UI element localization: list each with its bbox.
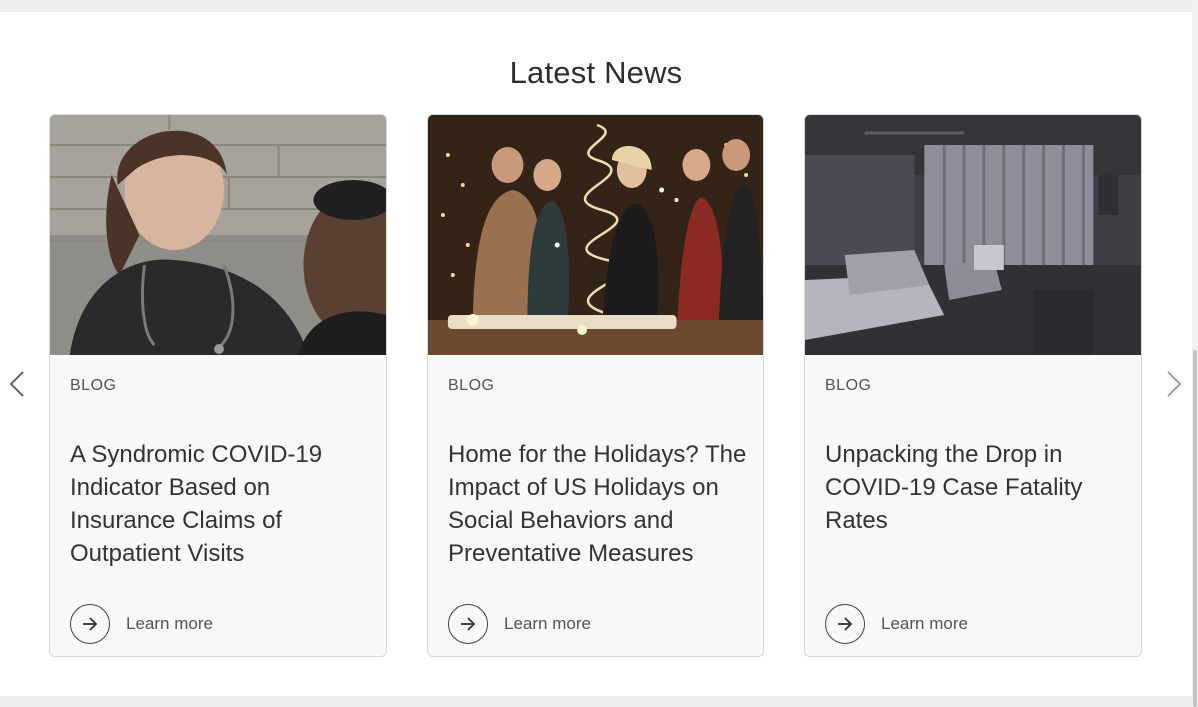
news-card-image[interactable] xyxy=(428,115,763,355)
news-card[interactable]: BLOG A Syndromic COVID-19 Indicator Base… xyxy=(49,114,387,657)
news-card-category: BLOG xyxy=(70,377,117,394)
learn-more-button[interactable] xyxy=(70,604,110,644)
carousel-prev-button[interactable] xyxy=(2,369,32,399)
chevron-right-icon xyxy=(1167,371,1182,397)
scrollbar[interactable] xyxy=(1192,0,1198,707)
learn-more-label[interactable]: Learn more xyxy=(126,614,213,634)
scrollbar-thumb[interactable] xyxy=(1193,350,1197,707)
arrow-right-icon xyxy=(838,617,853,631)
news-card-image[interactable] xyxy=(50,115,386,355)
chevron-left-icon xyxy=(9,371,24,397)
learn-more-link[interactable]: Learn more xyxy=(448,604,591,644)
arrow-right-icon xyxy=(83,617,98,631)
news-card-category: BLOG xyxy=(448,377,495,394)
news-card-title[interactable]: A Syndromic COVID-19 Indicator Based on … xyxy=(70,438,370,570)
learn-more-label[interactable]: Learn more xyxy=(881,614,968,634)
learn-more-button[interactable] xyxy=(448,604,488,644)
news-card-image[interactable] xyxy=(805,115,1141,355)
learn-more-link[interactable]: Learn more xyxy=(825,604,968,644)
section-title: Latest News xyxy=(509,55,683,90)
news-card[interactable]: BLOG Home for the Holidays? The Impact o… xyxy=(427,114,764,657)
carousel-next-button[interactable] xyxy=(1159,369,1189,399)
latest-news-section: Latest News BLOG A Syndromic COVID-19 In… xyxy=(0,12,1192,696)
news-card-title[interactable]: Home for the Holidays? The Impact of US … xyxy=(448,438,748,570)
arrow-right-icon xyxy=(461,617,476,631)
news-card[interactable]: BLOG Unpacking the Drop in COVID-19 Case… xyxy=(804,114,1142,657)
news-card-title[interactable]: Unpacking the Drop in COVID-19 Case Fata… xyxy=(825,438,1125,537)
learn-more-link[interactable]: Learn more xyxy=(70,604,213,644)
learn-more-button[interactable] xyxy=(825,604,865,644)
learn-more-label[interactable]: Learn more xyxy=(504,614,591,634)
news-card-category: BLOG xyxy=(825,377,872,394)
